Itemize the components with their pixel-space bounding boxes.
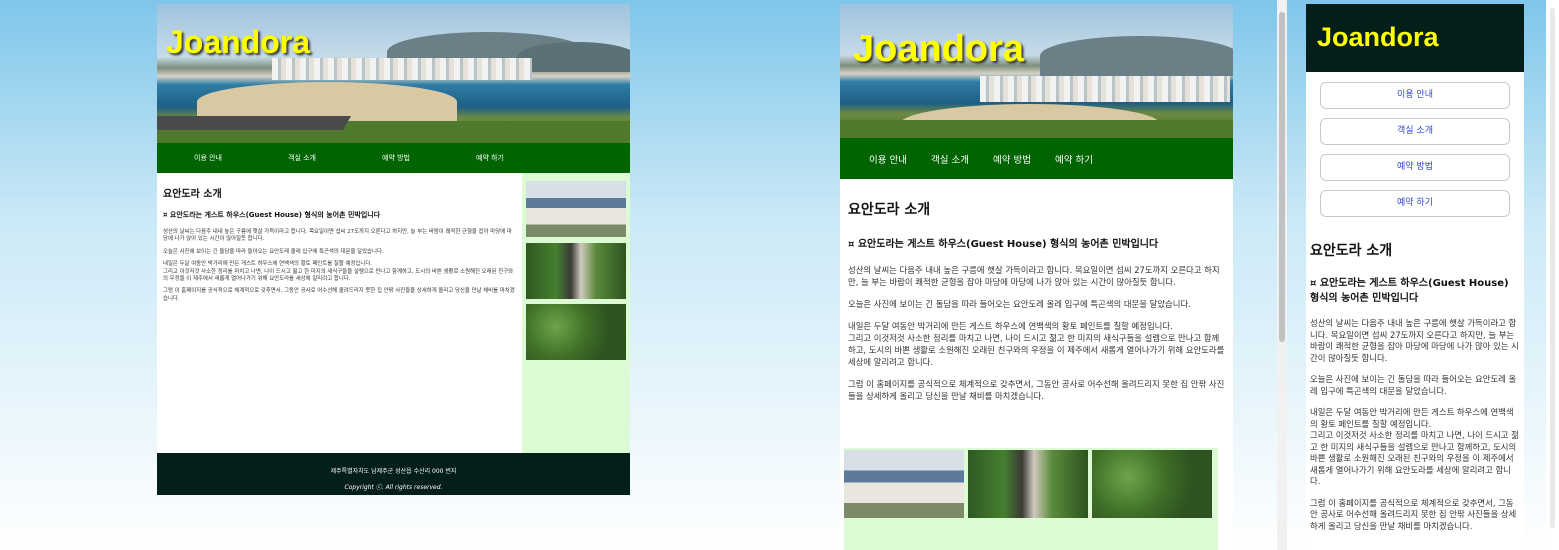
- nav-booking-method-link[interactable]: 예약 방법: [1320, 154, 1510, 181]
- nav-reserve-link[interactable]: 예약 하기: [1055, 152, 1093, 166]
- nav-rooms-link[interactable]: 객실 소개: [931, 152, 969, 166]
- paragraph-gate: 오늘은 사진에 보이는 긴 돌담을 따라 들어오는 요안도레 올레 입구에 특곤…: [1310, 374, 1517, 396]
- section-subtitle: ¤ 요안도라는 게스트 하우스(Guest House) 형식의 농어촌 민박입…: [163, 211, 381, 219]
- nav-rooms-link[interactable]: 객실 소개: [1320, 118, 1510, 145]
- header-landscape-photo: Joandora: [157, 4, 630, 143]
- page-title: 요안도라 소개: [163, 189, 222, 200]
- scrollbar-thumb[interactable]: [1550, 8, 1555, 528]
- paragraph-gate: 오늘은 사진에 보이는 긴 돌담을 따라 들어오는 요안도레 올레 입구에 특곤…: [848, 299, 1191, 309]
- site-logo[interactable]: Joandora: [853, 28, 1024, 71]
- trees-photo: [1092, 450, 1212, 518]
- paragraph-weather: 성산의 날씨는 다음주 내내 높은 구름에 햇살 가득이라고 합니다. 목요일이…: [1310, 318, 1519, 363]
- paragraph-weather: 성산의 날씨는 다음주 내내 높은 구름에 햇살 가득이라고 합니다. 목요일이…: [848, 265, 1220, 287]
- nav-guide-link[interactable]: 이용 안내: [869, 152, 907, 166]
- paragraph-homepage: 그럼 이 홈페이지를 공식적으로 체계적으로 갖추면서, 그동안 공사로 어수선…: [163, 288, 515, 302]
- page-title: 요안도라 소개: [1310, 243, 1393, 259]
- photo-sidebar: [522, 173, 630, 453]
- desktop-layout-panel: Joandora 이용 안내 객실 소개 예약 방법 예약 하기 요안도라 소개…: [157, 4, 630, 495]
- nav-rooms-link[interactable]: 객실 소개: [288, 153, 382, 163]
- section-subtitle: ¤ 요안도라는 게스트 하우스(Guest House) 형식의 농어촌 민박입…: [1310, 278, 1509, 304]
- tablet-scrollbar[interactable]: [1277, 0, 1287, 550]
- garden-path-photo: [968, 450, 1088, 518]
- paragraph-homepage: 그럼 이 홈페이지를 공식적으로 체계적으로 갖추면서, 그동안 공사로 어수선…: [1310, 497, 1517, 531]
- nav-booking-method-link[interactable]: 예약 방법: [382, 153, 476, 163]
- footer-address: 제주특별자치도 남제주군 성산읍 수산리 000 번지: [330, 468, 457, 475]
- mobile-layout-panel: Joandora 이용 안내 객실 소개 예약 방법 예약 하기 요안도라 소개…: [1306, 4, 1524, 550]
- section-subtitle: ¤ 요안도라는 게스트 하우스(Guest House) 형식의 농어촌 민박입…: [848, 239, 1159, 250]
- paragraph-gate: 오늘은 사진에 보이는 긴 돌담을 따라 들어오는 요안도레 올레 입구에 특곤…: [163, 248, 384, 255]
- paragraph-plans: 내일은 두달 여동안 박거리에 만든 게스트 하우스에 연백색의 황토 페인트를…: [848, 321, 1225, 367]
- header-landscape-photo: Joandora: [840, 4, 1233, 138]
- tablet-layout-panel: Joandora 이용 안내 객실 소개 예약 방법 예약 하기 요안도라 소개…: [840, 4, 1233, 550]
- nav-guide-link[interactable]: 이용 안내: [194, 153, 288, 163]
- main-content: 요안도라 소개 ¤ 요안도라는 게스트 하우스(Guest House) 형식의…: [1306, 226, 1524, 532]
- photo-gallery: [844, 448, 1218, 550]
- site-footer: 제주특별자치도 남제주군 성산읍 수산리 000 번지 Copyright ⓒ.…: [157, 453, 630, 495]
- site-logo[interactable]: Joandora: [166, 24, 310, 61]
- main-nav: 이용 안내 객실 소개 예약 방법 예약 하기: [157, 143, 630, 173]
- main-content: 요안도라 소개 ¤ 요안도라는 게스트 하우스(Guest House) 형식의…: [157, 173, 522, 453]
- page-title: 요안도라 소개: [848, 202, 931, 218]
- mobile-header: Joandora: [1306, 4, 1524, 72]
- paragraph-plans: 내일은 두달 여동안 박거리에 만든 게스트 하우스에 연백색의 황토 페인트를…: [1310, 407, 1519, 486]
- footer-copyright: Copyright ⓒ. All rights reserved.: [344, 484, 443, 491]
- paragraph-homepage: 그럼 이 홈페이지를 공식적으로 체계적으로 갖추면서, 그동안 공사로 어수선…: [848, 379, 1225, 401]
- nav-reserve-link[interactable]: 예약 하기: [476, 153, 570, 163]
- nav-guide-link[interactable]: 이용 안내: [1320, 82, 1510, 109]
- house-photo: [844, 450, 964, 518]
- scrollbar-thumb[interactable]: [1279, 12, 1285, 342]
- paragraph-plans: 내일은 두달 여동안 박거리에 만든 게스트 하우스에 연백색의 황토 페인트를…: [163, 261, 514, 283]
- garden-path-photo: [526, 243, 626, 299]
- paragraph-weather: 성산의 날씨는 다음주 내내 높은 구름에 햇살 가득이라고 합니다. 목요일이…: [163, 229, 512, 243]
- nav-booking-method-link[interactable]: 예약 방법: [993, 152, 1031, 166]
- nav-reserve-link[interactable]: 예약 하기: [1320, 190, 1510, 217]
- mobile-scrollbar[interactable]: [1546, 0, 1559, 550]
- site-logo[interactable]: Joandora: [1317, 22, 1439, 53]
- trees-photo: [526, 304, 626, 360]
- mobile-menu: 이용 안내 객실 소개 예약 방법 예약 하기: [1306, 72, 1524, 217]
- main-content: 요안도라 소개 ¤ 요안도라는 게스트 하우스(Guest House) 형식의…: [840, 179, 1233, 402]
- house-photo: [526, 181, 626, 237]
- main-nav: 이용 안내 객실 소개 예약 방법 예약 하기: [840, 138, 1233, 179]
